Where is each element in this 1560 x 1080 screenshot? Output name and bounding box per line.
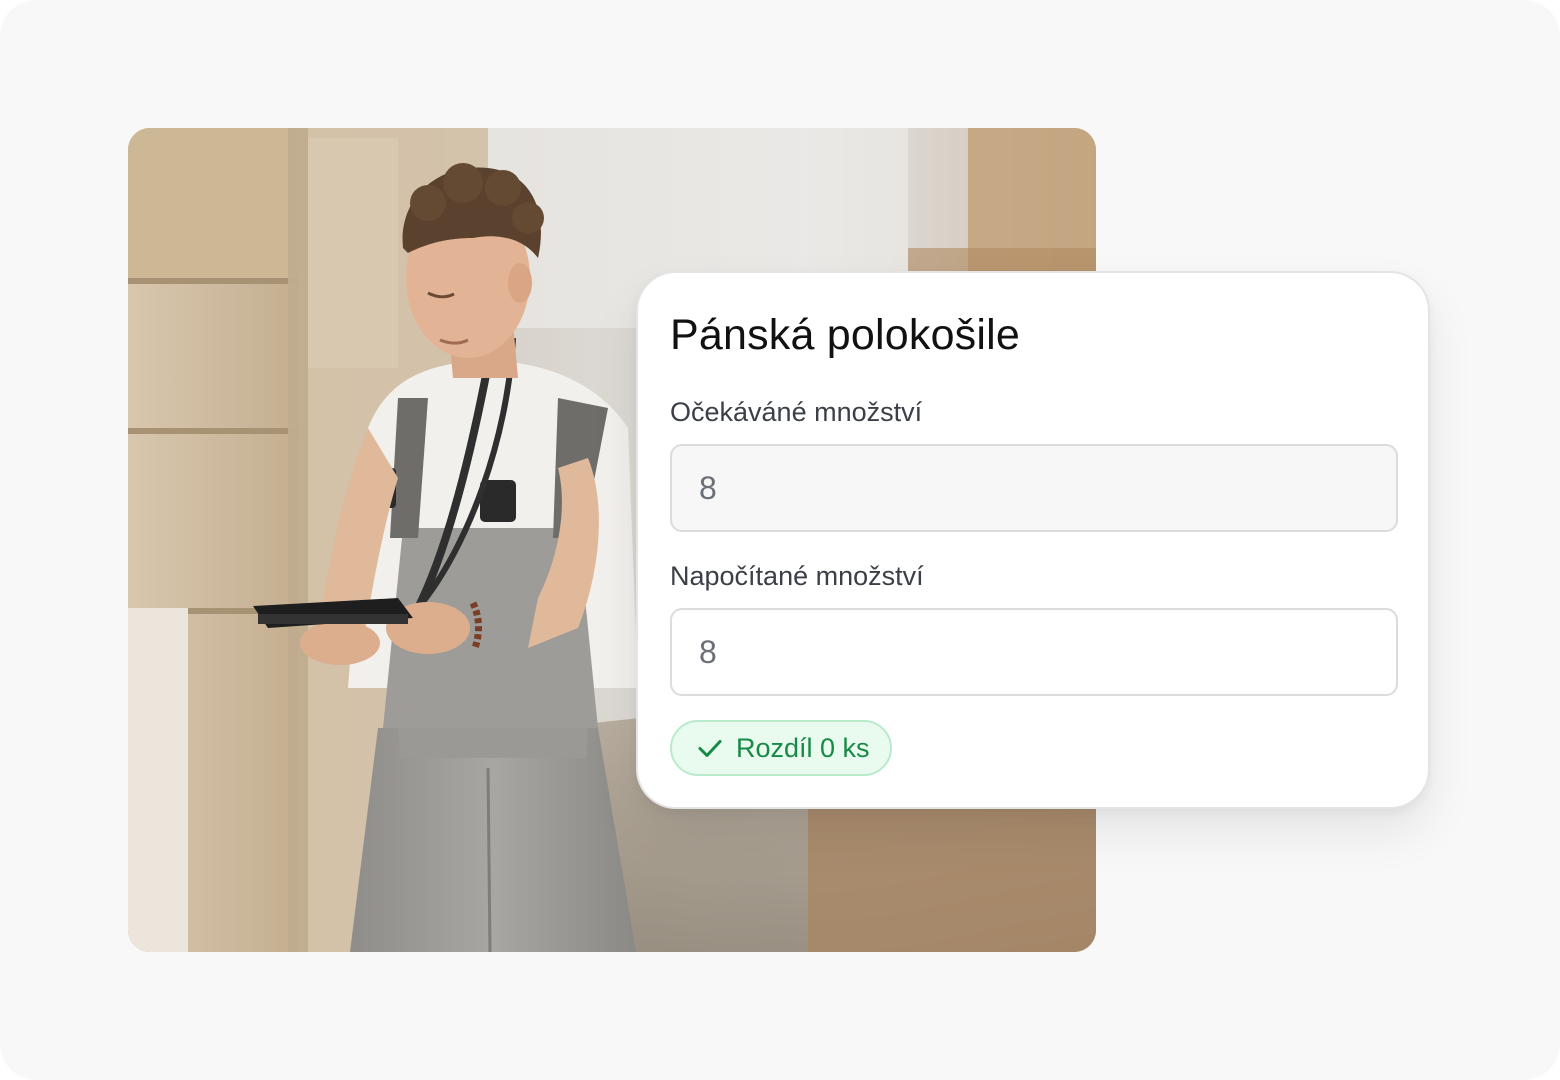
product-title: Pánská polokošile [670,311,1021,359]
difference-text: Rozdíl 0 ks [736,732,870,763]
expected-quantity-field[interactable] [670,444,1398,532]
difference-badge: Rozdíl 0 ks [670,720,892,776]
check-icon [696,734,724,762]
counted-quantity-label: Napočítané množství [670,561,924,591]
counted-quantity-field[interactable] [670,608,1398,696]
page-canvas: Pánská polokošile Očekáváné množství Nap… [0,0,1560,1080]
inventory-count-card: Pánská polokošile Očekáváné množství Nap… [636,271,1430,809]
expected-quantity-label: Očekáváné množství [670,397,923,427]
